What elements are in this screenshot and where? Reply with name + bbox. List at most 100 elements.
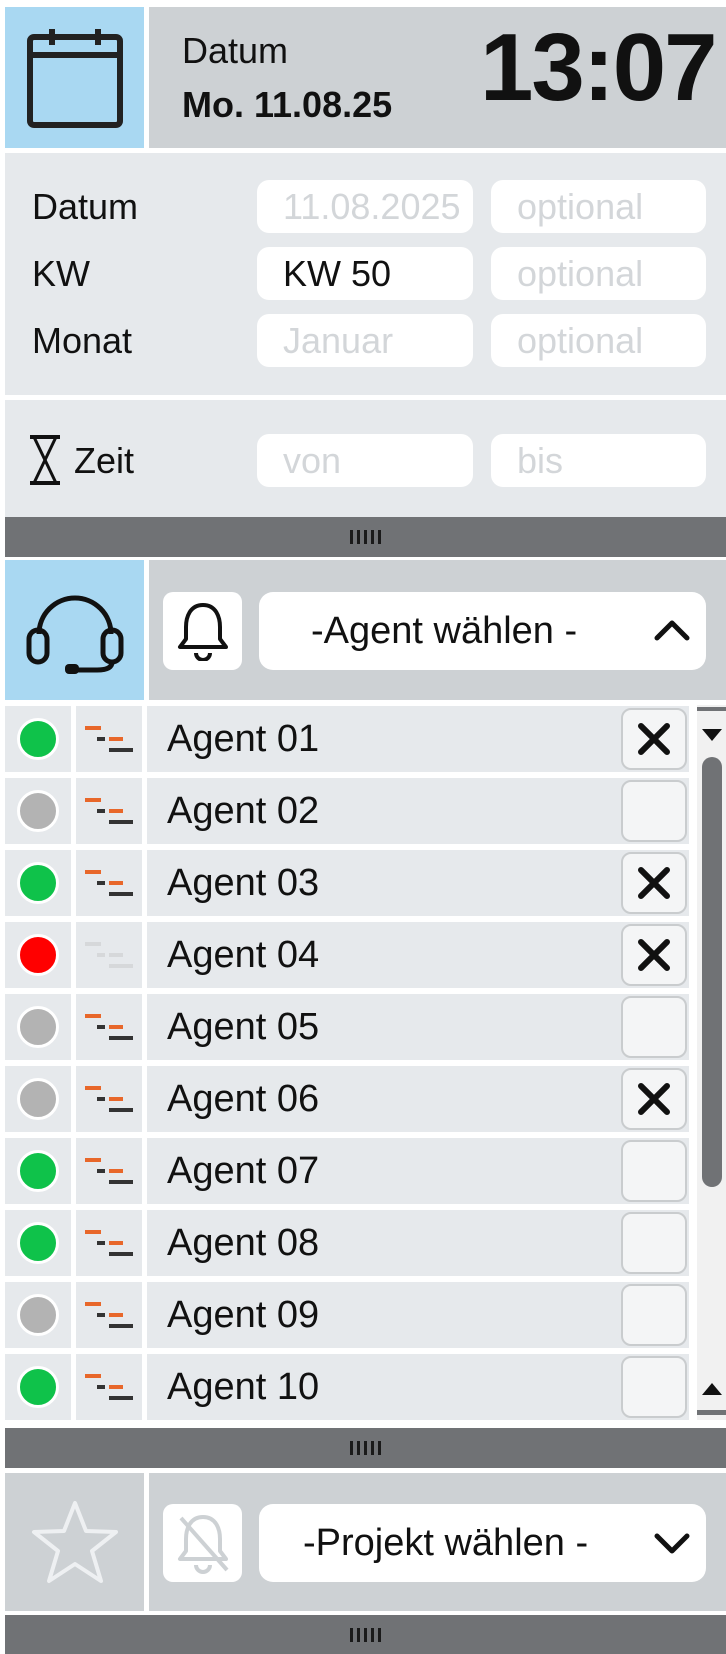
queue-icon bbox=[85, 1158, 133, 1184]
status-cell bbox=[5, 994, 71, 1060]
scroll-down-arrow-icon[interactable] bbox=[702, 729, 722, 741]
bell-icon bbox=[177, 603, 228, 661]
agent-name: Agent 04 bbox=[147, 922, 689, 988]
month-input[interactable]: Januar bbox=[257, 314, 473, 367]
clock: 13:07 bbox=[480, 14, 718, 121]
queue-cell[interactable] bbox=[76, 706, 142, 772]
agent-checkbox[interactable] bbox=[621, 780, 687, 842]
status-cell bbox=[5, 850, 71, 916]
project-select[interactable]: -Projekt wählen - bbox=[259, 1504, 706, 1582]
queue-cell[interactable] bbox=[76, 1282, 142, 1348]
date-optional-input[interactable]: optional bbox=[491, 180, 706, 233]
queue-icon bbox=[85, 798, 133, 824]
status-indicator bbox=[17, 1150, 59, 1192]
scroll-up-arrow-icon[interactable] bbox=[702, 1383, 722, 1395]
agent-row[interactable]: Agent 08 bbox=[5, 1210, 689, 1276]
week-input[interactable]: KW 50 bbox=[257, 247, 473, 300]
agent-row[interactable]: Agent 09 bbox=[5, 1282, 689, 1348]
status-cell bbox=[5, 1354, 71, 1420]
queue-cell[interactable] bbox=[76, 1138, 142, 1204]
status-cell bbox=[5, 1066, 71, 1132]
agent-checkbox[interactable] bbox=[621, 1284, 687, 1346]
agent-row[interactable]: Agent 04 bbox=[5, 922, 689, 988]
agent-row[interactable]: Agent 05 bbox=[5, 994, 689, 1060]
agent-checkbox[interactable] bbox=[621, 924, 687, 986]
status-cell bbox=[5, 1210, 71, 1276]
agent-name: Agent 09 bbox=[147, 1282, 689, 1348]
agent-name: Agent 01 bbox=[147, 706, 689, 772]
queue-cell[interactable] bbox=[76, 850, 142, 916]
time-to-input[interactable]: bis bbox=[491, 434, 706, 487]
x-mark-icon bbox=[638, 723, 670, 755]
queue-icon bbox=[85, 870, 133, 896]
agent-checkbox[interactable] bbox=[621, 1140, 687, 1202]
agent-row[interactable]: Agent 03 bbox=[5, 850, 689, 916]
scrollbar-thumb[interactable] bbox=[702, 757, 722, 1187]
agent-select[interactable]: -Agent wählen - bbox=[259, 592, 706, 670]
status-indicator bbox=[17, 1078, 59, 1120]
queue-cell[interactable] bbox=[76, 1354, 142, 1420]
status-cell bbox=[5, 922, 71, 988]
agent-tile[interactable] bbox=[5, 560, 144, 700]
queue-icon bbox=[85, 942, 133, 968]
status-indicator bbox=[17, 1006, 59, 1048]
month-optional-input[interactable]: optional bbox=[491, 314, 706, 367]
status-indicator bbox=[17, 862, 59, 904]
status-indicator bbox=[17, 1294, 59, 1336]
resize-handle[interactable] bbox=[5, 1615, 726, 1654]
status-cell bbox=[5, 1138, 71, 1204]
current-date: Mo. 11.08.25 bbox=[182, 84, 393, 125]
filter-label-datum: Datum bbox=[32, 186, 139, 227]
agent-row[interactable]: Agent 06 bbox=[5, 1066, 689, 1132]
agent-name: Agent 05 bbox=[147, 994, 689, 1060]
time-from-input[interactable]: von bbox=[257, 434, 473, 487]
notify-off-button[interactable] bbox=[163, 1504, 242, 1582]
agent-row[interactable]: Agent 02 bbox=[5, 778, 689, 844]
queue-cell[interactable] bbox=[76, 1210, 142, 1276]
filter-label-kw: KW bbox=[32, 253, 90, 294]
queue-cell[interactable] bbox=[76, 1066, 142, 1132]
agent-checkbox[interactable] bbox=[621, 1356, 687, 1418]
status-indicator bbox=[17, 718, 59, 760]
agent-select-label: -Agent wählen - bbox=[311, 609, 578, 652]
bell-off-icon bbox=[177, 1515, 228, 1574]
date-input[interactable]: 11.08.2025 bbox=[257, 180, 473, 233]
x-mark-icon bbox=[638, 867, 670, 899]
date-label: Datum bbox=[182, 30, 289, 71]
favorite-tile[interactable] bbox=[5, 1473, 144, 1611]
star-icon bbox=[31, 1501, 118, 1583]
status-cell bbox=[5, 706, 71, 772]
x-mark-icon bbox=[638, 1083, 670, 1115]
status-indicator bbox=[17, 1366, 59, 1408]
grip-icon bbox=[350, 1441, 381, 1455]
agent-checkbox[interactable] bbox=[621, 708, 687, 770]
queue-cell[interactable] bbox=[76, 778, 142, 844]
agent-row[interactable]: Agent 07 bbox=[5, 1138, 689, 1204]
agent-checkbox[interactable] bbox=[621, 1212, 687, 1274]
agent-name: Agent 02 bbox=[147, 778, 689, 844]
hourglass-icon bbox=[30, 435, 60, 485]
resize-handle[interactable] bbox=[5, 1428, 726, 1468]
status-cell bbox=[5, 1282, 71, 1348]
scrollbar[interactable] bbox=[697, 705, 726, 1420]
x-mark-icon bbox=[638, 939, 670, 971]
agent-checkbox[interactable] bbox=[621, 996, 687, 1058]
resize-handle[interactable] bbox=[5, 517, 726, 557]
headset-icon bbox=[26, 595, 123, 674]
status-indicator bbox=[17, 1222, 59, 1264]
grip-icon bbox=[350, 1627, 381, 1642]
notify-button[interactable] bbox=[163, 592, 242, 670]
week-optional-input[interactable]: optional bbox=[491, 247, 706, 300]
queue-cell[interactable] bbox=[76, 994, 142, 1060]
calendar-tile[interactable] bbox=[5, 7, 144, 148]
agent-row[interactable]: Agent 01 bbox=[5, 706, 689, 772]
agent-name: Agent 07 bbox=[147, 1138, 689, 1204]
queue-icon bbox=[85, 1230, 133, 1256]
agent-checkbox[interactable] bbox=[621, 852, 687, 914]
queue-icon bbox=[85, 1014, 133, 1040]
agent-checkbox[interactable] bbox=[621, 1068, 687, 1130]
filter-label-monat: Monat bbox=[32, 320, 133, 361]
grip-icon bbox=[350, 530, 381, 544]
agent-row[interactable]: Agent 10 bbox=[5, 1354, 689, 1420]
queue-cell[interactable] bbox=[76, 922, 142, 988]
